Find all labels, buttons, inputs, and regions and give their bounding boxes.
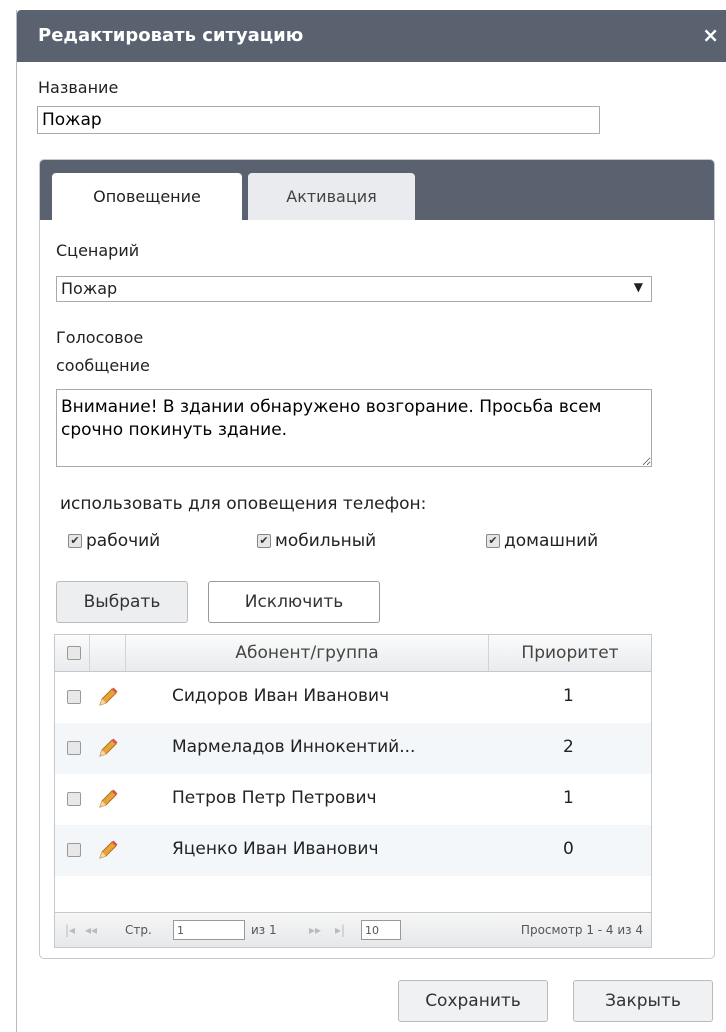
checkbox-checked-icon[interactable]: ✔ — [68, 534, 82, 548]
grid-header: Абонент/группа Приоритет — [55, 635, 651, 672]
voice-message-textarea[interactable] — [56, 389, 652, 467]
column-header-priority[interactable]: Приоритет — [489, 635, 651, 671]
scenario-value: Пожар — [61, 279, 118, 298]
phone-work-option[interactable]: ✔ рабочий — [68, 531, 160, 551]
table-row[interactable]: Сидоров Иван Иванович 1 — [55, 672, 651, 723]
tab-panel: Оповещение Активация Сценарий Пожар ▼ Го… — [39, 159, 715, 959]
phone-mobile-label: мобильный — [275, 531, 377, 551]
name-label: Название — [38, 78, 119, 97]
scenario-select[interactable]: Пожар ▼ — [56, 276, 652, 302]
select-button[interactable]: Выбрать — [56, 581, 188, 623]
phone-home-option[interactable]: ✔ домашний — [486, 531, 598, 551]
phone-mobile-option[interactable]: ✔ мобильный — [257, 531, 376, 551]
phone-work-label: рабочий — [86, 531, 161, 551]
phones-label: использовать для оповещения телефон: — [60, 494, 427, 514]
row-name: Сидоров Иван Иванович — [172, 686, 390, 706]
close-icon[interactable]: × — [702, 23, 719, 47]
dropdown-arrow-icon: ▼ — [633, 280, 643, 294]
save-button[interactable]: Сохранить — [398, 980, 548, 1022]
checkbox-checked-icon[interactable]: ✔ — [486, 534, 500, 548]
row-name: Мармеладов Иннокентий... — [172, 737, 416, 757]
pencil-icon[interactable] — [96, 787, 120, 811]
row-priority: 1 — [563, 686, 574, 706]
scenario-label: Сценарий — [56, 241, 140, 260]
tab-notification[interactable]: Оповещение — [52, 173, 242, 220]
pager-summary: Просмотр 1 - 4 из 4 — [520, 923, 643, 937]
page-label: Стр. — [125, 923, 152, 937]
row-checkbox[interactable] — [67, 690, 81, 704]
row-priority: 2 — [563, 737, 574, 757]
checkbox-checked-icon[interactable]: ✔ — [257, 534, 271, 548]
close-button[interactable]: Закрыть — [573, 980, 713, 1022]
prev-page-icon[interactable]: ◂◂ — [85, 913, 97, 947]
row-name: Яценко Иван Иванович — [172, 839, 379, 859]
select-all-checkbox[interactable] — [67, 646, 81, 660]
row-checkbox[interactable] — [67, 741, 81, 755]
row-priority: 0 — [563, 839, 574, 859]
row-checkbox[interactable] — [67, 792, 81, 806]
pencil-icon[interactable] — [96, 736, 120, 760]
voice-label-line2: сообщение — [56, 356, 150, 375]
last-page-icon[interactable]: ▸| — [335, 913, 345, 947]
tab-header: Оповещение Активация — [40, 160, 714, 220]
first-page-icon[interactable]: |◂ — [65, 913, 75, 947]
subscribers-grid: Абонент/группа Приоритет Сидоров Иван Ив… — [54, 634, 652, 948]
table-row[interactable]: Яценко Иван Иванович 0 — [55, 825, 651, 876]
exclude-button[interactable]: Исключить — [208, 581, 380, 623]
pencil-icon[interactable] — [96, 685, 120, 709]
next-page-icon[interactable]: ▸▸ — [309, 913, 321, 947]
column-header-subscriber[interactable]: Абонент/группа — [126, 635, 488, 671]
page-size-select[interactable]: 10 — [361, 920, 401, 940]
grid-pager: |◂ ◂◂ Стр. 1 из 1 ▸▸ ▸| 10 Просмотр 1 - … — [55, 912, 651, 947]
row-name: Петров Петр Петрович — [172, 788, 377, 808]
voice-label-line1: Голосовое — [56, 328, 144, 347]
table-row[interactable]: Петров Петр Петрович 1 — [55, 774, 651, 825]
name-input[interactable] — [37, 106, 600, 134]
row-priority: 1 — [563, 788, 574, 808]
phone-home-label: домашний — [504, 531, 599, 551]
dialog-titlebar[interactable]: Редактировать ситуацию × — [17, 10, 726, 62]
pencil-icon[interactable] — [96, 838, 120, 862]
dialog-title: Редактировать ситуацию — [38, 25, 304, 46]
page-input[interactable]: 1 — [173, 920, 245, 940]
tab-activation[interactable]: Активация — [248, 173, 415, 220]
page-of-label: из 1 — [251, 923, 277, 937]
edit-situation-dialog: Редактировать ситуацию × Название Оповещ… — [16, 10, 726, 1032]
table-row[interactable]: Мармеладов Иннокентий... 2 — [55, 723, 651, 774]
row-checkbox[interactable] — [67, 843, 81, 857]
